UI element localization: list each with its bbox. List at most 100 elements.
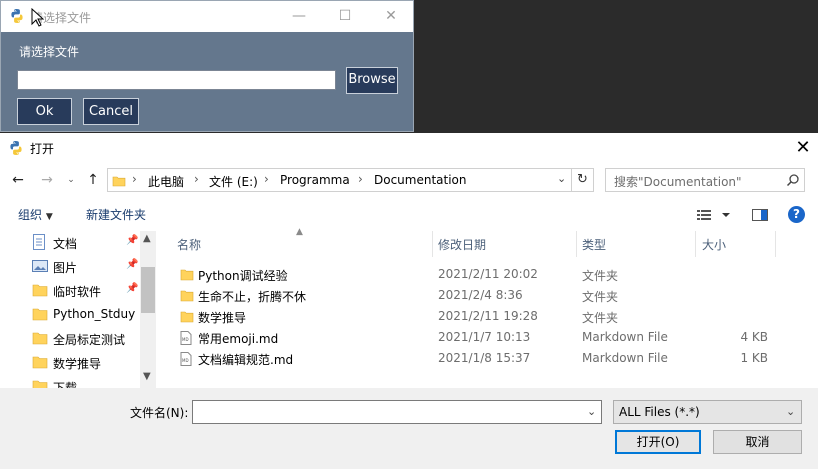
sort-ascending-icon: ▲ [296,227,303,237]
folder-icon [180,309,194,328]
file-name: 生命不止，折腾不休 [198,290,307,304]
file-selection-panel: 文件名(N): ⌄ ALL Files (*.*) ⌄ 打开(O) 取消 [0,388,818,469]
column-divider[interactable] [775,231,776,257]
column-divider[interactable] [432,231,433,257]
nav-pane-scrollbar[interactable]: ▲ ▼ [140,231,156,388]
nav-item-documents[interactable]: 文档 📌 [32,231,142,253]
organize-menu[interactable]: 组织 ▼ [18,206,53,223]
file-row[interactable]: 生命不止，折腾不休 2021/2/4 8:36 文件夹 [168,285,788,306]
dialog-cancel-button[interactable]: 取消 [713,430,802,454]
back-arrow-icon[interactable]: ← [8,170,28,190]
svg-text:MD: MD [182,337,189,342]
markdown-file-icon: MD [180,351,192,370]
pin-icon: 📌 [126,235,139,246]
nav-item-label: 临时软件 [53,285,102,299]
file-name: 常用emoji.md [198,332,279,346]
file-row[interactable]: Python调试经验 2021/2/11 20:02 文件夹 [168,264,788,285]
nav-item-label: 全局标定测试 [53,333,126,347]
document-icon [32,234,46,254]
file-path-input[interactable] [17,70,336,90]
chevron-down-icon[interactable]: ⌄ [587,405,596,418]
minimize-button[interactable]: — [276,1,322,32]
browse-button[interactable]: Browse [346,67,398,94]
filetype-select[interactable]: ALL Files (*.*) ⌄ [613,400,802,424]
markdown-file-icon: MD [180,330,192,349]
file-size: 4 KB [740,330,768,344]
address-bar[interactable]: › 此电脑 › 文件 (E:) › Programma › Documentat… [107,168,572,192]
search-input[interactable]: 搜索"Documentation" [605,168,805,192]
column-header-type[interactable]: 类型 [582,236,606,253]
file-row[interactable]: 数学推导 2021/2/11 19:28 文件夹 [168,306,788,327]
picture-icon [32,258,48,277]
search-placeholder: 搜索"Documentation" [614,175,742,189]
folder-icon [32,330,48,349]
select-file-label: 请选择文件 [19,45,80,59]
file-date: 2021/1/7 10:13 [438,330,531,344]
nav-item-temp-software[interactable]: 临时软件 📌 [32,279,142,301]
folder-icon [32,378,48,388]
breadcrumb-documentation[interactable]: Documentation [374,173,467,187]
dialog-close-button[interactable]: ✕ [790,136,816,160]
pin-icon: 📌 [126,283,139,294]
scrollbar-thumb[interactable] [141,267,155,313]
column-divider[interactable] [576,231,577,257]
breadcrumb-programma[interactable]: Programma [280,173,350,187]
breadcrumb-separator-icon: › [132,172,137,186]
help-icon[interactable]: ? [788,206,805,223]
nav-item-global-calibration[interactable]: 全局标定测试 [32,327,142,349]
column-header-size[interactable]: 大小 [702,236,726,253]
breadcrumb-this-pc[interactable]: 此电脑 [148,173,184,190]
nav-item-label: 数学推导 [53,357,102,371]
breadcrumb-drive-e[interactable]: 文件 (E:) [209,173,258,190]
forward-arrow-icon[interactable]: → [37,170,57,190]
nav-item-label: Python_Stduy [53,307,136,321]
screen: 请选择文件 — ☐ ✕ 请选择文件 Browse Ok Cancel 打开 ✕ … [0,0,818,469]
breadcrumb-separator-icon: › [194,172,199,186]
nav-item-pictures[interactable]: 图片 📌 [32,255,142,277]
file-size: 1 KB [740,351,768,365]
nav-item-downloads[interactable]: 下载 [32,375,142,388]
column-header-name[interactable]: 名称 [177,236,201,253]
file-type: 文件夹 [582,311,619,325]
ok-button[interactable]: Ok [17,98,72,125]
breadcrumb-separator-icon: › [358,172,363,186]
up-arrow-icon[interactable]: ↑ [83,170,103,190]
open-button[interactable]: 打开(O) [615,430,701,454]
maximize-button[interactable]: ☐ [322,1,368,32]
column-header-date[interactable]: 修改日期 [438,236,486,253]
file-type: 文件夹 [582,290,619,304]
refresh-icon[interactable]: ↻ [572,168,594,192]
nav-item-label: 文档 [53,237,78,251]
dialog-title: 打开 [30,142,55,156]
file-type: Markdown File [582,351,668,365]
filename-input[interactable]: ⌄ [192,400,602,424]
column-divider[interactable] [695,231,696,257]
address-dropdown-icon[interactable]: ⌄ [557,172,566,185]
nav-item-label: 图片 [53,261,78,275]
nav-item-math-derivation[interactable]: 数学推导 [32,351,142,373]
new-folder-button[interactable]: 新建文件夹 [86,206,146,223]
recent-locations-chevron-icon[interactable]: ⌄ [61,170,81,190]
file-date: 2021/2/11 20:02 [438,267,538,281]
close-button[interactable]: ✕ [368,1,414,32]
scroll-down-icon[interactable]: ▼ [143,371,151,382]
scroll-up-icon[interactable]: ▲ [143,233,151,244]
file-row[interactable]: MD 常用emoji.md 2021/1/7 10:13 Markdown Fi… [168,327,788,348]
file-date: 2021/1/8 15:37 [438,351,531,365]
organize-label: 组织 [18,208,43,222]
view-options-icon[interactable] [697,207,733,226]
nav-item-label: 下载 [53,381,78,388]
cancel-button[interactable]: Cancel [83,98,139,125]
nav-item-python-study[interactable]: Python_Stduy [32,303,142,325]
preview-pane-icon[interactable] [752,207,768,226]
file-row[interactable]: MD 文档编辑规范.md 2021/1/8 15:37 Markdown Fil… [168,348,788,369]
search-icon [786,172,800,191]
chevron-down-icon: ▼ [45,212,53,222]
folder-icon [180,267,194,286]
mouse-cursor-icon [31,7,45,32]
file-date: 2021/2/11 19:28 [438,309,538,323]
svg-text:MD: MD [182,358,189,363]
file-type: Markdown File [582,330,668,344]
folder-icon [32,354,48,373]
folder-icon [32,306,48,325]
